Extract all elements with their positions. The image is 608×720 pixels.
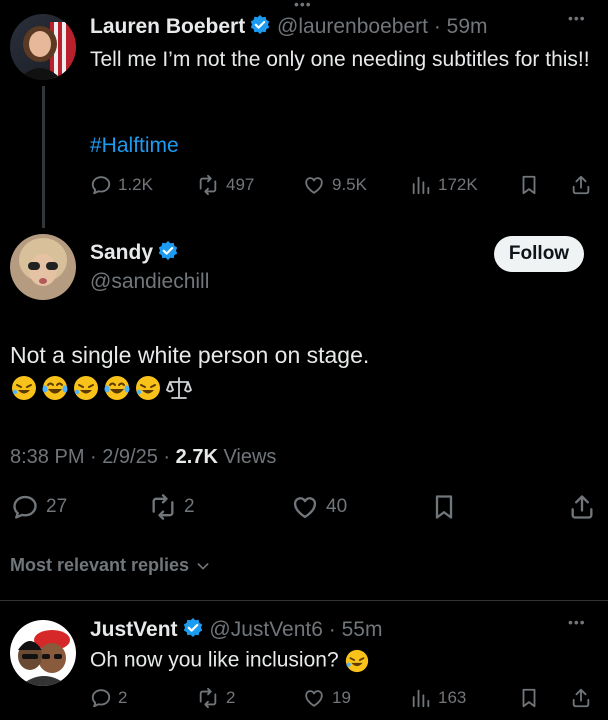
verified-badge-icon [249, 14, 271, 36]
tweet-text: Tell me I’m not the only one needing sub… [90, 48, 590, 71]
tweet-text: Oh now you like inclusion? [90, 648, 373, 674]
repost-icon [196, 174, 220, 196]
share-icon [570, 687, 592, 709]
heart-icon [302, 687, 326, 709]
repost-count: 2 [184, 496, 195, 517]
display-name[interactable]: Sandy [90, 241, 153, 264]
verified-badge-icon [157, 240, 179, 262]
scales-emoji-icon [165, 374, 193, 402]
chevron-down-icon [197, 562, 209, 570]
tweet-text: Not a single white person on stage. [10, 342, 370, 368]
repost-button[interactable]: 497 [196, 174, 254, 196]
share-button[interactable] [570, 174, 592, 196]
bookmark-icon [430, 493, 458, 521]
reply-button[interactable]: 27 [10, 493, 67, 521]
joy-emoji-icon [41, 374, 69, 402]
heart-icon [290, 493, 320, 521]
views-count: 2.7K [175, 446, 218, 468]
timestamp[interactable]: 8:38 PM · 2/9/25 · [10, 446, 176, 468]
rofl-emoji-icon [344, 648, 370, 674]
views-icon [410, 174, 432, 196]
views-button[interactable]: 163 [410, 687, 466, 709]
like-count: 40 [326, 496, 348, 517]
rofl-emoji-icon [134, 374, 162, 402]
bookmark-button[interactable] [430, 493, 458, 521]
tweet-meta: 8:38 PM · 2/9/25 · 2.7K Views [10, 446, 276, 469]
views-icon [410, 687, 432, 709]
display-name[interactable]: JustVent [90, 618, 178, 641]
repost-count: 2 [226, 688, 236, 707]
tweet-header: JustVent @JustVent6 · 55m [90, 617, 382, 642]
views-count: 172K [438, 175, 478, 194]
handle[interactable]: @laurenboebert [277, 15, 428, 38]
thread-line [42, 86, 45, 228]
views-label: Views [217, 446, 277, 468]
reply-button[interactable]: 1.2K [90, 174, 153, 196]
repost-count: 497 [226, 175, 255, 194]
more-options-icon[interactable]: ••• [294, 0, 312, 12]
bookmark-icon [518, 174, 540, 196]
like-button[interactable]: 19 [302, 687, 351, 709]
rofl-emoji-icon [10, 374, 38, 402]
views-button[interactable]: 172K [410, 174, 478, 196]
more-options-icon[interactable]: ••• [568, 614, 586, 630]
like-count: 19 [332, 688, 351, 707]
more-options-icon[interactable]: ••• [568, 10, 586, 26]
display-name[interactable]: Lauren Boebert [90, 15, 245, 38]
heart-icon [302, 174, 326, 196]
reply-icon [10, 493, 40, 521]
repost-icon [196, 687, 220, 709]
like-button[interactable]: 9.5K [302, 174, 367, 196]
rofl-emoji-icon [72, 374, 100, 402]
reply-count: 1.2K [118, 175, 153, 194]
reply-icon [90, 687, 112, 709]
share-button[interactable] [570, 687, 592, 709]
reply-count: 2 [118, 688, 128, 707]
reply-icon [90, 174, 112, 196]
bookmark-icon [518, 687, 540, 709]
divider [0, 600, 608, 601]
bookmark-button[interactable] [518, 174, 540, 196]
repost-button[interactable]: 2 [196, 687, 235, 709]
reply-text: Oh now you like inclusion? [90, 648, 339, 672]
share-icon [568, 493, 596, 521]
repost-button[interactable]: 2 [148, 493, 195, 521]
replies-sort-dropdown[interactable]: Most relevant replies [10, 555, 211, 576]
reply-count: 27 [46, 496, 68, 517]
like-button[interactable]: 40 [290, 493, 347, 521]
verified-badge-icon [182, 617, 204, 639]
follow-button[interactable]: Follow [494, 236, 584, 272]
hashtag-link[interactable]: #Halftime [90, 134, 179, 158]
repost-icon [148, 493, 178, 521]
share-button[interactable] [568, 493, 596, 521]
avatar[interactable] [10, 234, 76, 300]
handle[interactable]: @JustVent6 [209, 618, 323, 641]
emoji-row [10, 374, 196, 402]
joy-emoji-icon [103, 374, 131, 402]
avatar[interactable] [10, 14, 76, 80]
timestamp[interactable]: · 59m [434, 15, 488, 38]
bookmark-button[interactable] [518, 687, 540, 709]
views-count: 163 [438, 688, 467, 707]
timestamp[interactable]: · 55m [329, 618, 383, 641]
tweet-header: Lauren Boebert @laurenboebert · 59m [90, 14, 488, 39]
reply-button[interactable]: 2 [90, 687, 127, 709]
share-icon [570, 174, 592, 196]
avatar[interactable] [10, 620, 76, 686]
handle[interactable]: @sandiechill [90, 270, 209, 294]
sort-label: Most relevant replies [10, 555, 190, 575]
tweet-header: Sandy [90, 240, 179, 265]
like-count: 9.5K [332, 175, 367, 194]
